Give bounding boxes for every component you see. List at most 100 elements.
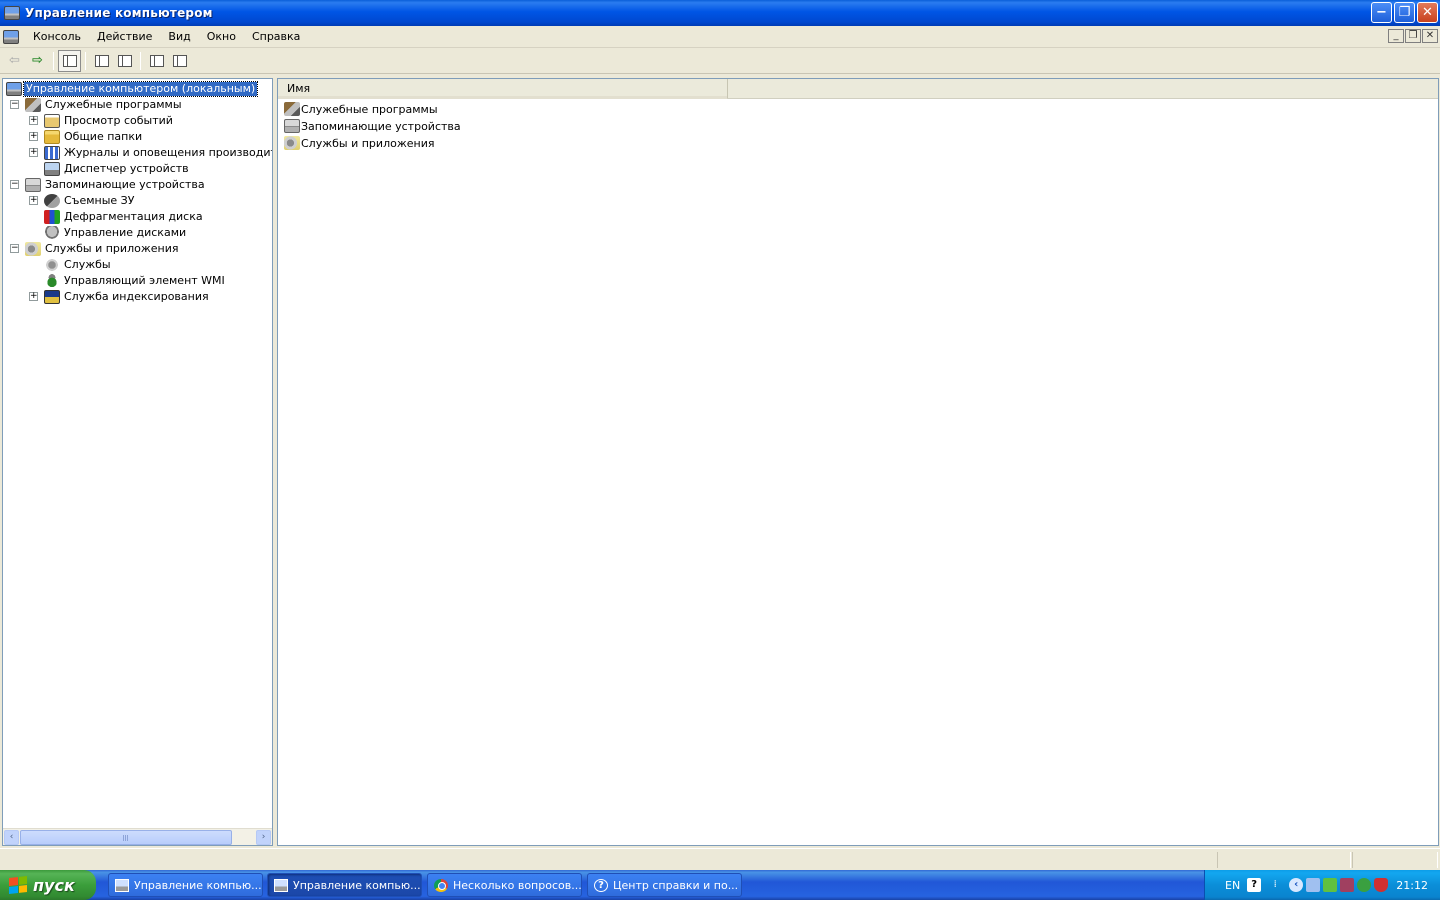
expand-toggle[interactable]: +: [29, 116, 38, 125]
menu-view[interactable]: Вид: [160, 30, 198, 43]
tree-node-label[interactable]: Служба индексирования: [62, 290, 211, 304]
show-hidden-icons-icon[interactable]: ‹: [1289, 878, 1304, 892]
expand-toggle[interactable]: +: [29, 132, 38, 141]
menu-bar: Консоль Действие Вид Окно Справка _ ❐ ✕: [0, 26, 1440, 48]
services-apps-icon: [284, 136, 300, 150]
tree-node-storage[interactable]: − Запоминающие устройства: [3, 177, 272, 193]
export-list-icon: [117, 54, 132, 67]
tree-root-label[interactable]: Управление компьютером (локальным): [22, 81, 259, 97]
list-item[interactable]: Службы и приложения: [284, 135, 434, 151]
menu-console[interactable]: Консоль: [25, 30, 89, 43]
tree-node-services[interactable]: Службы: [3, 257, 272, 273]
expand-toggle[interactable]: +: [29, 196, 38, 205]
services-icon: [44, 258, 60, 272]
forward-button[interactable]: ⇨: [26, 50, 49, 72]
tree-node-indexing-service[interactable]: + Служба индексирования: [3, 289, 272, 305]
computer-management-icon: [115, 878, 129, 892]
tree-node-device-manager[interactable]: Диспетчер устройств: [3, 161, 272, 177]
tree-node-label[interactable]: Общие папки: [62, 130, 144, 144]
show-hide-tree-icon: [62, 54, 77, 67]
tree-node-label[interactable]: Управление дисками: [62, 226, 188, 240]
show-hide-tree-button[interactable]: [58, 49, 81, 72]
menu-window[interactable]: Окно: [199, 30, 244, 43]
show-hide-action-pane-icon: [172, 54, 187, 67]
list-item[interactable]: Служебные программы: [284, 101, 438, 117]
scroll-right-button[interactable]: ›: [256, 830, 271, 845]
tree-node-disk-management[interactable]: Управление дисками: [3, 225, 272, 241]
tree-horizontal-scrollbar[interactable]: ‹ ›: [3, 828, 272, 845]
window-controls: − ❐ ✕: [1371, 2, 1438, 23]
tree-node-event-viewer[interactable]: + Просмотр событий: [3, 113, 272, 129]
tree-node-tools[interactable]: − Служебные программы: [3, 97, 272, 113]
computer-management-icon: [4, 6, 20, 20]
tree-node-label[interactable]: Диспетчер устройств: [62, 162, 191, 176]
tree-node-label[interactable]: Службы: [62, 258, 113, 272]
taskbar-button-computer-management-1[interactable]: Управление компью...: [108, 873, 263, 897]
tree-node-label[interactable]: Дефрагментация диска: [62, 210, 205, 224]
tree-node-services-apps[interactable]: − Службы и приложения: [3, 241, 272, 257]
disk-management-icon: [44, 226, 60, 240]
back-button[interactable]: ⇦: [3, 50, 26, 72]
taskbar-button-computer-management-2[interactable]: Управление компью...: [267, 873, 422, 897]
security-icon[interactable]: [1323, 878, 1338, 892]
shield-icon[interactable]: [1374, 878, 1389, 892]
collapse-toggle[interactable]: −: [10, 244, 19, 253]
collapse-toggle[interactable]: −: [10, 180, 19, 189]
taskbar-button-help-center[interactable]: ? Центр справки и по...: [587, 873, 742, 897]
restore-button[interactable]: ❐: [1394, 2, 1415, 23]
tree-node-shared-folders[interactable]: + Общие папки: [3, 129, 272, 145]
chrome-icon: [434, 878, 448, 892]
start-button[interactable]: пуск: [0, 870, 96, 900]
toolbar-separator: [53, 51, 54, 70]
restore-icon: ❐: [1398, 5, 1411, 20]
tree-node-label[interactable]: Съемные ЗУ: [62, 194, 136, 208]
taskbar-button-label: Управление компью...: [134, 878, 262, 892]
mdi-minimize-button[interactable]: _: [1388, 29, 1404, 43]
toolbar-separator: [140, 51, 141, 70]
tree-node-label[interactable]: Запоминающие устройства: [43, 178, 207, 192]
tree-node-performance-logs[interactable]: + Журналы и оповещения производительн: [3, 145, 272, 161]
expand-toggle[interactable]: +: [29, 148, 38, 157]
tree-node-wmi[interactable]: Управляющий элемент WMI: [3, 273, 272, 289]
network-status-icon[interactable]: [1340, 878, 1355, 892]
console-icon[interactable]: [3, 29, 19, 44]
tree-node-label[interactable]: Служебные программы: [43, 98, 184, 112]
minimize-button[interactable]: −: [1371, 2, 1392, 23]
minimize-icon: −: [1376, 5, 1387, 20]
tree-node-defrag[interactable]: Дефрагментация диска: [3, 209, 272, 225]
clock[interactable]: 21:12: [1396, 879, 1428, 892]
menu-help[interactable]: Справка: [244, 30, 308, 43]
taskbar-button-chrome[interactable]: Несколько вопросов...: [427, 873, 582, 897]
storage-icon: [25, 178, 41, 192]
language-options-icon[interactable]: ⁞: [1268, 878, 1282, 892]
title-bar[interactable]: Управление компьютером − ❐ ✕: [0, 0, 1440, 26]
show-hide-action-pane-button[interactable]: [168, 50, 191, 72]
taskbar-button-label: Несколько вопросов...: [453, 878, 582, 892]
expand-toggle[interactable]: +: [29, 292, 38, 301]
tree-node-label[interactable]: Просмотр событий: [62, 114, 175, 128]
tree-node-label[interactable]: Службы и приложения: [43, 242, 180, 256]
collapse-toggle[interactable]: −: [10, 100, 19, 109]
mdi-restore-button[interactable]: ❐: [1405, 29, 1421, 43]
console-tree[interactable]: Управление компьютером (локальным) − Слу…: [2, 78, 273, 846]
tree-node-label[interactable]: Журналы и оповещения производительн: [62, 146, 272, 160]
mdi-close-button[interactable]: ✕: [1422, 29, 1438, 43]
tree-node-removable-storage[interactable]: + Съемные ЗУ: [3, 193, 272, 209]
computer-icon: [6, 82, 22, 96]
scroll-thumb[interactable]: [20, 830, 232, 845]
indexing-service-icon: [44, 290, 60, 304]
column-header-name[interactable]: Имя: [278, 79, 728, 99]
network-icon[interactable]: [1306, 878, 1321, 892]
scroll-left-button[interactable]: ‹: [4, 830, 19, 845]
properties-button[interactable]: [90, 50, 113, 72]
tree-node-label[interactable]: Управляющий элемент WMI: [62, 274, 227, 288]
help-button[interactable]: [145, 50, 168, 72]
close-button[interactable]: ✕: [1417, 2, 1438, 23]
export-list-button[interactable]: [113, 50, 136, 72]
antivirus-icon[interactable]: [1357, 878, 1372, 892]
language-help-icon[interactable]: ?: [1247, 878, 1262, 892]
details-pane[interactable]: Имя Служебные программы Запоминающие уст…: [277, 78, 1439, 846]
language-indicator[interactable]: EN: [1225, 879, 1240, 892]
list-item[interactable]: Запоминающие устройства: [284, 118, 461, 134]
menu-action[interactable]: Действие: [89, 30, 160, 43]
